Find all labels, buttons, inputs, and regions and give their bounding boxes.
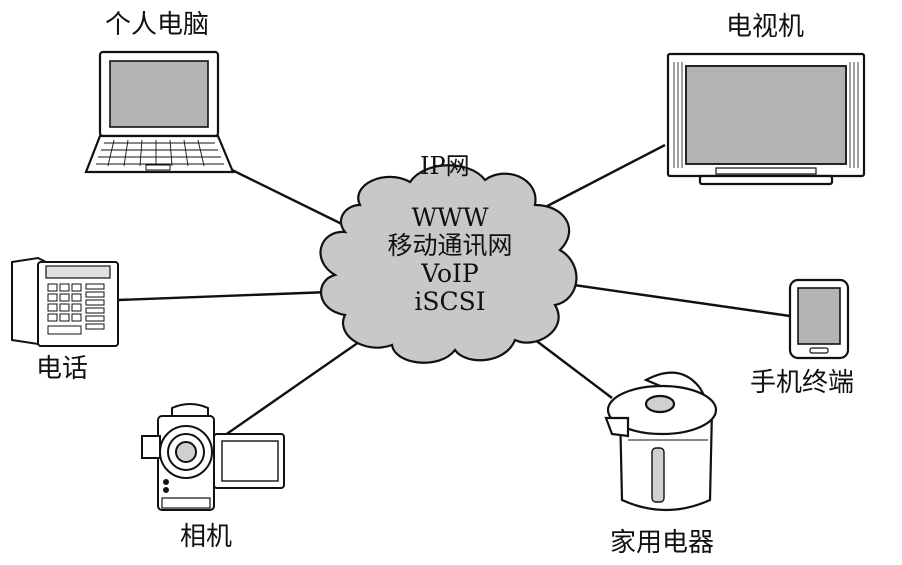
- telephone-icon: [11, 256, 119, 347]
- tv-icon: [666, 52, 866, 186]
- laptop-icon: [84, 50, 235, 174]
- label-phone: 电话: [36, 354, 89, 384]
- network-title: IP网: [420, 152, 470, 180]
- line-tv: [529, 143, 666, 217]
- line-phone: [117, 290, 331, 302]
- service-voip: VoIP: [421, 259, 479, 288]
- service-www: WWW: [411, 203, 489, 232]
- label-laptop: 个人电脑: [105, 10, 210, 40]
- line-appliance: [529, 335, 613, 399]
- label-appliance: 家用电器: [610, 528, 715, 558]
- line-laptop: [231, 168, 351, 230]
- line-mobile: [559, 281, 791, 318]
- service-iscsi: iSCSI: [414, 287, 486, 316]
- label-mobile: 手机终端: [750, 368, 855, 398]
- appliance-icon: [604, 371, 718, 512]
- service-list: WWW 移动通讯网 VoIP iSCSI: [350, 204, 550, 316]
- label-camera: 相机: [180, 522, 233, 552]
- line-camera: [217, 332, 373, 441]
- service-mobile-network: 移动通讯网: [387, 231, 513, 260]
- label-tv: 电视机: [726, 12, 805, 42]
- camcorder-icon: [141, 403, 285, 511]
- mobile-phone-icon: [788, 278, 850, 360]
- network-diagram: IP网 WWW 移动通讯网 VoIP iSCSI 个人电脑 电视机 电话 手机终…: [0, 0, 902, 565]
